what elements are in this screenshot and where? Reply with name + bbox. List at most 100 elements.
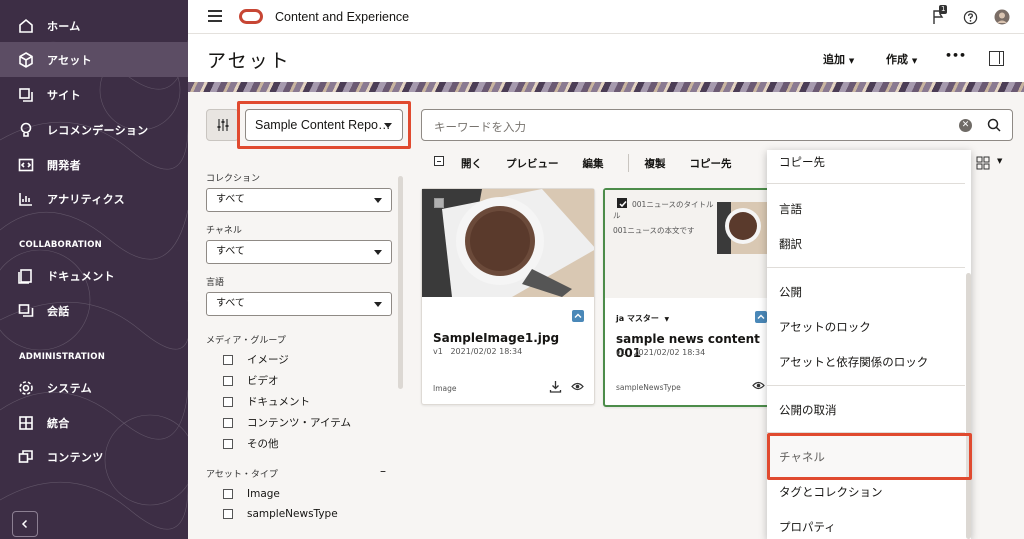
menu-item-translate[interactable]: 翻訳 — [779, 236, 802, 252]
create-button[interactable]: 作成 ▼ — [886, 51, 917, 67]
eye-icon[interactable] — [752, 380, 765, 391]
menu-icon[interactable] — [208, 10, 222, 22]
sites-icon — [17, 86, 35, 104]
chevron-down-icon — [374, 250, 382, 255]
media-group-checkbox[interactable]: ドキュメント — [223, 394, 310, 409]
add-button-label: 追加 — [823, 53, 845, 66]
menu-item-lock-asset[interactable]: アセットのロック — [779, 319, 871, 335]
media-group-checkbox[interactable]: その他 — [223, 436, 279, 451]
expand-icon[interactable] — [572, 310, 584, 322]
edit-action[interactable]: 編集 — [583, 156, 604, 171]
expand-icon[interactable] — [755, 311, 767, 323]
sidebar-item-system[interactable]: システム — [0, 370, 188, 405]
sidebar-item-label: サイト — [47, 88, 81, 102]
channel-select[interactable]: すべて — [206, 240, 392, 264]
search-icon[interactable] — [987, 118, 1001, 132]
duplicate-action[interactable]: 複製 — [645, 156, 666, 171]
integration-icon — [17, 414, 35, 432]
menu-item-language[interactable]: 言語 — [779, 201, 802, 217]
home-icon — [17, 17, 35, 35]
oracle-logo-icon — [239, 9, 263, 24]
sidebar-item-content[interactable]: コンテンツ — [0, 439, 188, 474]
checkbox-icon — [223, 396, 233, 407]
media-group-checkbox[interactable]: ビデオ — [223, 373, 279, 388]
checkbox-icon — [223, 417, 233, 428]
news-thumbnail-image — [717, 202, 769, 254]
sidebar-item-label: 開発者 — [47, 158, 81, 172]
menu-item-publish[interactable]: 公開 — [779, 284, 802, 300]
highlight-channels — [767, 433, 972, 480]
asset-type-checkbox[interactable]: Image — [223, 488, 280, 500]
menu-divider — [767, 267, 965, 268]
banner-strip — [188, 82, 1024, 92]
chart-icon — [17, 190, 35, 208]
cube-icon — [17, 51, 35, 69]
language-label: 言語 — [206, 278, 225, 288]
sidebar-item-recommendations[interactable]: レコメンデーション — [0, 112, 188, 147]
conversation-icon — [17, 302, 35, 320]
collection-select[interactable]: すべて — [206, 188, 392, 212]
sidebar-item-label: コンテンツ — [47, 450, 104, 464]
card-checkbox[interactable] — [434, 198, 444, 208]
menu-divider — [767, 183, 965, 184]
menu-scrollbar[interactable] — [966, 273, 971, 539]
menu-item-tags-collections[interactable]: タグとコレクション — [779, 484, 883, 500]
menu-item-copy-to[interactable]: コピー先 — [779, 154, 825, 170]
add-button[interactable]: 追加 ▼ — [823, 51, 854, 67]
language-select-value: すべて — [216, 298, 245, 309]
sidebar-item-label: アセット — [47, 53, 92, 67]
language-select[interactable]: すべて — [206, 292, 392, 316]
checkbox-label: ビデオ — [247, 375, 279, 387]
asset-card[interactable]: SampleImage1.jpg v1 2021/02/02 18:34 Ima… — [421, 188, 595, 405]
filter-scrollbar[interactable] — [398, 176, 403, 389]
app-title: Content and Experience — [275, 10, 410, 24]
search-input[interactable]: キーワードを入力 ✕ — [421, 109, 1013, 141]
sidebar-item-integration[interactable]: 統合 — [0, 405, 188, 440]
checkbox-icon — [223, 354, 233, 365]
filter-toggle-button[interactable] — [206, 109, 239, 141]
copy-to-action[interactable]: コピー先 — [690, 156, 732, 171]
view-toggle-button[interactable]: ▼ — [976, 156, 1002, 173]
sidebar-item-assets[interactable]: アセット — [0, 42, 188, 77]
more-actions-button[interactable]: ••• — [945, 49, 966, 62]
open-action[interactable]: 開く — [461, 156, 482, 171]
download-icon[interactable] — [549, 380, 562, 393]
select-all-checkbox[interactable] — [434, 156, 444, 166]
collection-select-value: すべて — [216, 194, 245, 205]
collapse-sidebar-button[interactable] — [12, 511, 38, 537]
language-selector[interactable]: ja マスター ▼ — [616, 313, 669, 324]
user-avatar[interactable] — [993, 8, 1011, 26]
card-date: 2021/02/02 18:34 — [633, 348, 706, 357]
sidebar-item-developer[interactable]: 開発者 — [0, 147, 188, 182]
menu-item-properties[interactable]: プロパティ — [779, 519, 836, 535]
collection-label: コレクション — [206, 174, 261, 184]
sidebar-item-sites[interactable]: サイト — [0, 77, 188, 112]
notifications-button[interactable]: 1 — [930, 5, 948, 26]
menu-item-unpublish[interactable]: 公開の取消 — [779, 402, 837, 418]
clear-icon[interactable]: ✕ — [959, 119, 972, 132]
media-group-checkbox[interactable]: イメージ — [223, 352, 289, 367]
gear-icon — [17, 379, 35, 397]
thumbnail-image — [422, 189, 594, 297]
sidebar-item-home[interactable]: ホーム — [0, 8, 188, 43]
preview-action[interactable]: プレビュー — [506, 156, 559, 171]
news-title: 001ニュースのタイトル — [632, 200, 714, 209]
news-title-overflow: ル — [613, 211, 621, 220]
checkbox-icon — [223, 489, 233, 499]
checkbox-label: その他 — [247, 438, 279, 450]
menu-item-lock-asset-dependencies[interactable]: アセットと依存関係のロック — [779, 354, 928, 370]
card-checkbox-checked[interactable] — [617, 198, 627, 208]
collapse-asset-type-button[interactable]: – — [380, 464, 386, 478]
asset-type-checkbox[interactable]: sampleNewsType — [223, 508, 338, 520]
card-type: Image — [433, 384, 457, 393]
sidebar-item-documents[interactable]: ドキュメント — [0, 258, 188, 293]
checkbox-label: Image — [247, 488, 280, 500]
eye-icon[interactable] — [571, 381, 584, 392]
sidebar-item-conversations[interactable]: 会話 — [0, 293, 188, 328]
media-group-checkbox[interactable]: コンテンツ・アイテム — [223, 415, 351, 430]
asset-card-selected[interactable]: 001ニュースのタイトル ル 001ニュースの本文です ja マスター ▼ sa… — [603, 188, 775, 407]
panel-toggle-icon[interactable] — [989, 51, 1004, 66]
help-button[interactable] — [961, 8, 979, 26]
sidebar-item-analytics[interactable]: アナリティクス — [0, 181, 188, 216]
sidebar-item-label: ドキュメント — [47, 269, 115, 283]
